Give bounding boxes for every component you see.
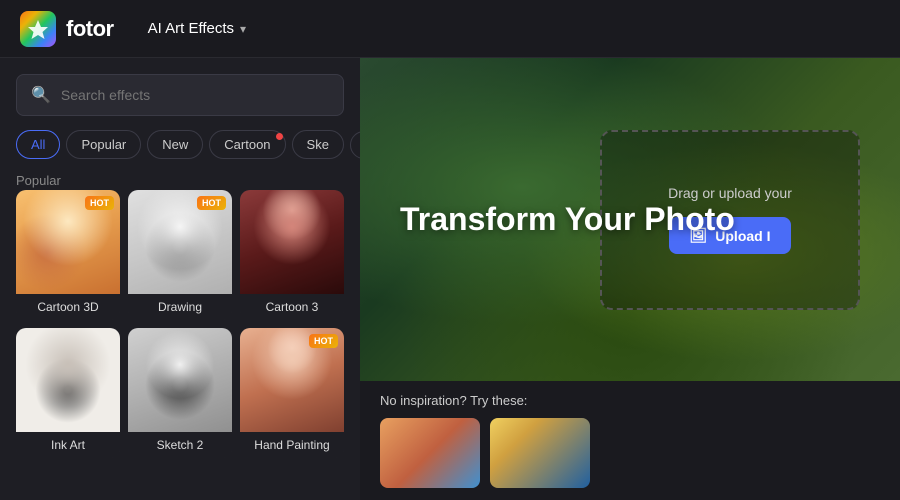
tab-popular[interactable]: Popular <box>66 130 141 159</box>
inspiration-thumbs <box>380 418 880 488</box>
effect-label-drawing: Drawing <box>128 294 232 320</box>
tab-new[interactable]: New <box>147 130 203 159</box>
effect-thumb-drawing: HOT <box>128 190 232 294</box>
popular-label: Popular <box>16 173 344 188</box>
effect-card-cartoon3d[interactable]: HOT Cartoon 3D <box>16 190 120 320</box>
hot-badge-handpainting: HOT <box>309 334 338 348</box>
inspiration-thumb-2[interactable] <box>490 418 590 488</box>
sidebar: 🔍 All Popular New Cartoon Ske › <box>0 58 360 500</box>
effect-label-inkart: Ink Art <box>16 432 120 458</box>
tab-all[interactable]: All <box>16 130 60 159</box>
effect-card-inkart[interactable]: Ink Art <box>16 328 120 458</box>
logo-text: fotor <box>66 16 114 42</box>
app-header: fotor AI Art Effects ▾ <box>0 0 900 58</box>
search-input[interactable] <box>61 87 329 103</box>
effect-card-drawing[interactable]: HOT Drawing <box>128 190 232 320</box>
hot-badge-drawing: HOT <box>197 196 226 210</box>
right-panel: Transform Your Photo Drag or upload your… <box>360 58 900 500</box>
logo: fotor <box>20 11 114 47</box>
inspiration-row: No inspiration? Try these: <box>360 381 900 500</box>
hero-content: Transform Your Photo <box>360 161 900 278</box>
effect-thumb-cartoon3d: HOT <box>16 190 120 294</box>
popular-section: Popular HOT Cartoon 3D HOT Drawing <box>16 173 344 458</box>
tab-sketch[interactable]: Ske <box>292 130 344 159</box>
search-box[interactable]: 🔍 <box>16 74 344 116</box>
new-dot-indicator <box>276 133 283 140</box>
hero-area: Transform Your Photo Drag or upload your… <box>360 58 900 381</box>
logo-icon <box>20 11 56 47</box>
filter-tabs: All Popular New Cartoon Ske › <box>16 130 344 159</box>
inspiration-label: No inspiration? Try these: <box>380 393 880 408</box>
search-icon: 🔍 <box>31 85 51 105</box>
effect-label-cartoon3: Cartoon 3 <box>240 294 344 320</box>
effect-label-cartoon3d: Cartoon 3D <box>16 294 120 320</box>
effect-card-cartoon3[interactable]: Cartoon 3 <box>240 190 344 320</box>
tab-cartoon[interactable]: Cartoon <box>209 130 285 159</box>
effect-thumb-handpainting: HOT <box>240 328 344 432</box>
main-content: 🔍 All Popular New Cartoon Ske › <box>0 58 900 500</box>
hero-title: Transform Your Photo <box>400 201 735 238</box>
ai-art-effects-nav[interactable]: AI Art Effects ▾ <box>138 14 256 43</box>
hot-badge-cartoon3d: HOT <box>85 196 114 210</box>
effect-card-sketch2[interactable]: Sketch 2 <box>128 328 232 458</box>
effect-label-handpainting: Hand Painting <box>240 432 344 458</box>
effect-thumb-cartoon3 <box>240 190 344 294</box>
effect-thumb-sketch2 <box>128 328 232 432</box>
nav-label: AI Art Effects <box>148 20 234 37</box>
chevron-down-icon: ▾ <box>240 22 246 36</box>
effect-thumb-inkart <box>16 328 120 432</box>
scroll-right-arrow[interactable]: › <box>350 131 360 159</box>
effect-label-sketch2: Sketch 2 <box>128 432 232 458</box>
inspiration-thumb-1[interactable] <box>380 418 480 488</box>
popular-grid: HOT Cartoon 3D HOT Drawing Cartoon 3 <box>16 190 344 458</box>
effect-card-handpainting[interactable]: HOT Hand Painting <box>240 328 344 458</box>
